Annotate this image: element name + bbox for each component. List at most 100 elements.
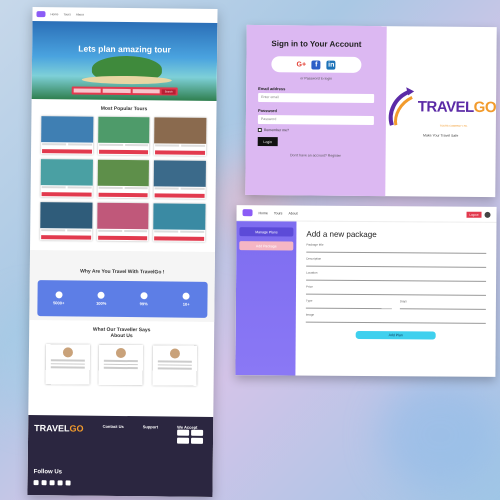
signin-note: or Password to login xyxy=(300,76,333,81)
tour-meta xyxy=(98,143,150,150)
nav-link[interactable]: Home xyxy=(259,211,268,215)
search-people-field[interactable] xyxy=(132,89,160,94)
remember-me-checkbox[interactable]: Remember me? xyxy=(257,128,374,133)
book-button[interactable] xyxy=(41,192,92,197)
tour-card[interactable] xyxy=(97,159,150,199)
tour-image xyxy=(97,159,150,187)
sidebar-item-manage-plans[interactable]: Manage Plans xyxy=(239,227,294,237)
card-icon xyxy=(190,437,204,444)
brand-tagline: Make Your Travel Safe xyxy=(423,133,459,138)
tour-card[interactable] xyxy=(41,116,94,155)
youtube-icon[interactable] xyxy=(57,480,63,486)
mastercard-icon xyxy=(191,429,204,436)
register-link[interactable]: Don't have an account? Register xyxy=(258,153,374,158)
tour-card[interactable] xyxy=(153,203,206,242)
hero-banner: Lets plan amazing tour Search xyxy=(31,21,218,101)
image-input[interactable] xyxy=(305,316,486,324)
nav-link[interactable]: About xyxy=(76,12,84,16)
password-label: Password xyxy=(257,108,277,114)
book-button[interactable] xyxy=(154,193,205,198)
paypal-icon xyxy=(176,437,190,444)
page-title: Add a new package xyxy=(306,229,377,240)
tour-meta xyxy=(154,229,206,236)
social-links xyxy=(33,480,71,486)
tour-card[interactable] xyxy=(153,160,206,199)
landing-page-screenshot: Home Tours About Lets plan amazing tour … xyxy=(27,7,218,497)
calendar-icon xyxy=(182,292,190,300)
book-button[interactable] xyxy=(155,150,206,155)
logout-button[interactable]: Logout xyxy=(466,211,482,218)
tour-image xyxy=(96,202,149,230)
description-input[interactable] xyxy=(306,260,487,268)
linkedin-icon[interactable] xyxy=(65,480,71,486)
search-button[interactable]: Search xyxy=(161,88,176,95)
footer-contact-title: Contact Us xyxy=(102,423,124,430)
google-icon[interactable]: G+ xyxy=(296,60,306,69)
book-button[interactable] xyxy=(42,149,92,154)
nav-link[interactable]: Home xyxy=(50,12,58,16)
search-location-field[interactable] xyxy=(73,88,102,93)
tour-meta xyxy=(41,185,93,192)
tour-card[interactable] xyxy=(154,117,207,156)
logo-icon xyxy=(36,11,46,18)
star-icon xyxy=(97,291,105,299)
admin-sidebar: Manage Plans Add Package xyxy=(235,221,297,376)
tour-card[interactable] xyxy=(40,159,93,198)
location-input[interactable] xyxy=(306,274,487,282)
testimonial-card xyxy=(99,345,143,385)
nav-link[interactable]: Tours xyxy=(63,12,70,16)
tour-image xyxy=(40,159,93,186)
sidebar-item-add-package[interactable]: Add Package xyxy=(239,241,294,251)
avatar xyxy=(170,348,181,359)
logo-icon xyxy=(242,209,253,217)
stat-item: 5000+ xyxy=(46,291,72,305)
tour-card[interactable] xyxy=(40,202,93,241)
visa-icon xyxy=(177,429,190,436)
book-button[interactable] xyxy=(97,235,148,241)
tour-image xyxy=(154,160,206,187)
facebook-icon[interactable]: f xyxy=(311,59,321,70)
login-button[interactable]: Login xyxy=(257,137,278,147)
signin-title: Sign in to Your Account xyxy=(271,39,362,49)
tour-meta xyxy=(154,143,206,150)
plane-logo-icon xyxy=(388,87,414,126)
payment-cards xyxy=(176,429,207,444)
search-distance-field[interactable] xyxy=(102,88,131,94)
tour-meta xyxy=(41,142,93,149)
tour-card[interactable] xyxy=(96,202,149,242)
stat-item: 99% xyxy=(131,292,157,306)
twitter-icon[interactable] xyxy=(41,480,47,486)
smile-icon xyxy=(140,292,148,300)
admin-topbar: Home Tours About Logout xyxy=(236,205,497,223)
nav-link[interactable]: About xyxy=(288,211,297,215)
why-section: Why Are You Travel With TravelGo ! 5000+… xyxy=(29,250,216,322)
book-button[interactable] xyxy=(41,235,91,240)
brand-panel: TRAVELGO TOURS COMPANY LTD. Make Your Tr… xyxy=(385,26,497,197)
email-field[interactable]: Enter email xyxy=(258,93,374,104)
book-button[interactable] xyxy=(98,192,148,198)
book-button[interactable] xyxy=(98,149,149,155)
facebook-icon[interactable] xyxy=(33,480,39,486)
avatar[interactable] xyxy=(484,211,491,218)
admin-screenshot: Home Tours About Logout Manage Plans Add… xyxy=(235,205,497,377)
add-plan-button[interactable]: Add Plan xyxy=(355,330,436,340)
tour-image xyxy=(97,116,150,144)
footer-brand: TRAVELGO xyxy=(34,423,84,434)
testimonial-card xyxy=(153,345,197,385)
signin-form-panel: Sign in to Your Account G+ f in or Passw… xyxy=(245,24,387,197)
nav-link[interactable]: Tours xyxy=(274,211,283,215)
days-input[interactable] xyxy=(399,303,486,310)
book-button[interactable] xyxy=(154,236,205,241)
search-bar[interactable]: Search xyxy=(71,86,178,96)
instagram-icon[interactable] xyxy=(49,480,55,486)
type-input[interactable] xyxy=(305,302,392,310)
package-title-input[interactable] xyxy=(306,246,487,254)
linkedin-icon[interactable]: in xyxy=(326,60,336,70)
tour-card[interactable] xyxy=(97,116,150,156)
tour-image xyxy=(154,117,207,144)
password-field[interactable]: Password xyxy=(257,115,374,126)
signin-screenshot: Sign in to Your Account G+ f in or Passw… xyxy=(245,24,497,198)
hero-title: Lets plan amazing tour xyxy=(78,43,171,55)
tour-image xyxy=(40,202,93,229)
tour-image xyxy=(153,203,206,230)
